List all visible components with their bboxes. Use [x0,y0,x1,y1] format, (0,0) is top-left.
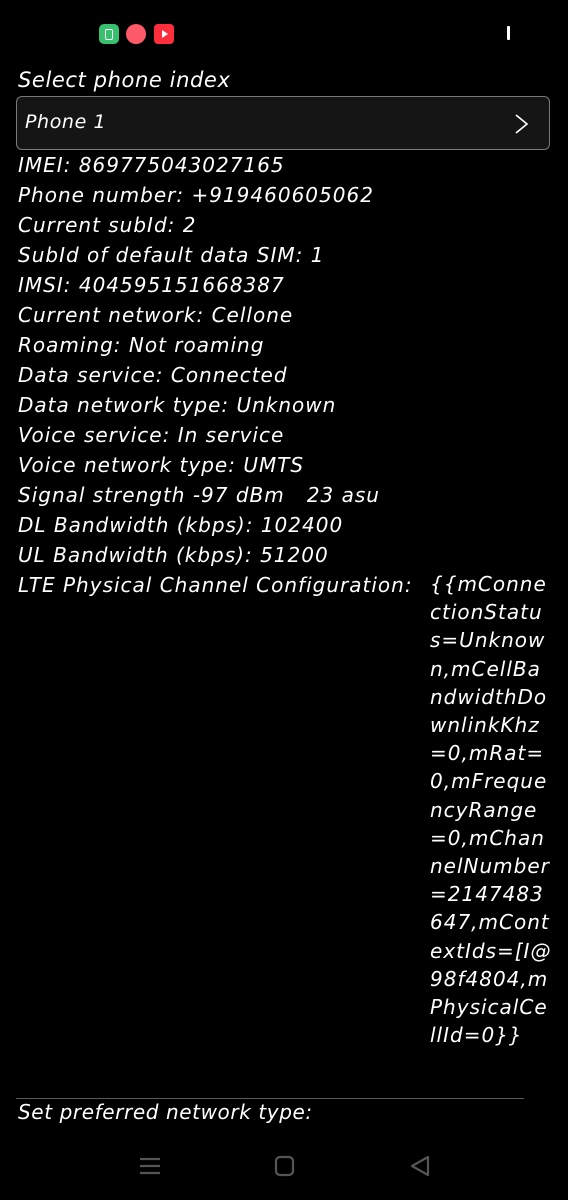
signal-indicator-icon [507,26,510,40]
app-green-icon [99,24,119,44]
lte-config-label: LTE Physical Channel Configuration: [18,573,413,597]
youtube-icon [154,24,174,44]
imsi-text: IMSI: 404595151668387 [18,273,285,297]
select-phone-label: Select phone index [18,68,231,92]
navigation-bar [0,1135,568,1200]
phone-index-dropdown[interactable]: Phone 1 [16,96,550,150]
phone-number-text: Phone number: +919460605062 [18,183,374,207]
phone-info-list: IMEI: 869775043027165 Phone number: +919… [18,150,558,570]
preferred-network-label[interactable]: Set preferred network type: [18,1100,313,1124]
chevron-right-icon [515,114,529,134]
signal-strength-text: Signal strength -97 dBm 23 asu [18,483,380,507]
voice-network-type-text: Voice network type: UMTS [18,453,305,477]
dl-bandwidth-text: DL Bandwidth (kbps): 102400 [18,513,344,537]
current-subid-text: Current subId: 2 [18,213,197,237]
status-bar [0,0,568,64]
lte-config-value: {{mConnectionStatus=Unknown,mCellBandwid… [430,572,552,1048]
roaming-text: Roaming: Not roaming [18,333,265,357]
phone-index-value: Phone 1 [25,111,107,133]
home-icon[interactable] [270,1155,300,1177]
app-red-icon [126,24,146,44]
current-network-text: Current network: Cellone [18,303,294,327]
data-network-type-text: Data network type: Unknown [18,393,337,417]
voice-service-text: Voice service: In service [18,423,285,447]
ul-bandwidth-text: UL Bandwidth (kbps): 51200 [18,543,329,567]
default-data-subid-text: SubId of default data SIM: 1 [18,243,325,267]
recent-apps-icon[interactable] [136,1155,166,1177]
imei-text: IMEI: 869775043027165 [18,153,285,177]
data-service-text: Data service: Connected [18,363,288,387]
back-icon[interactable] [406,1155,436,1177]
divider [16,1098,524,1099]
